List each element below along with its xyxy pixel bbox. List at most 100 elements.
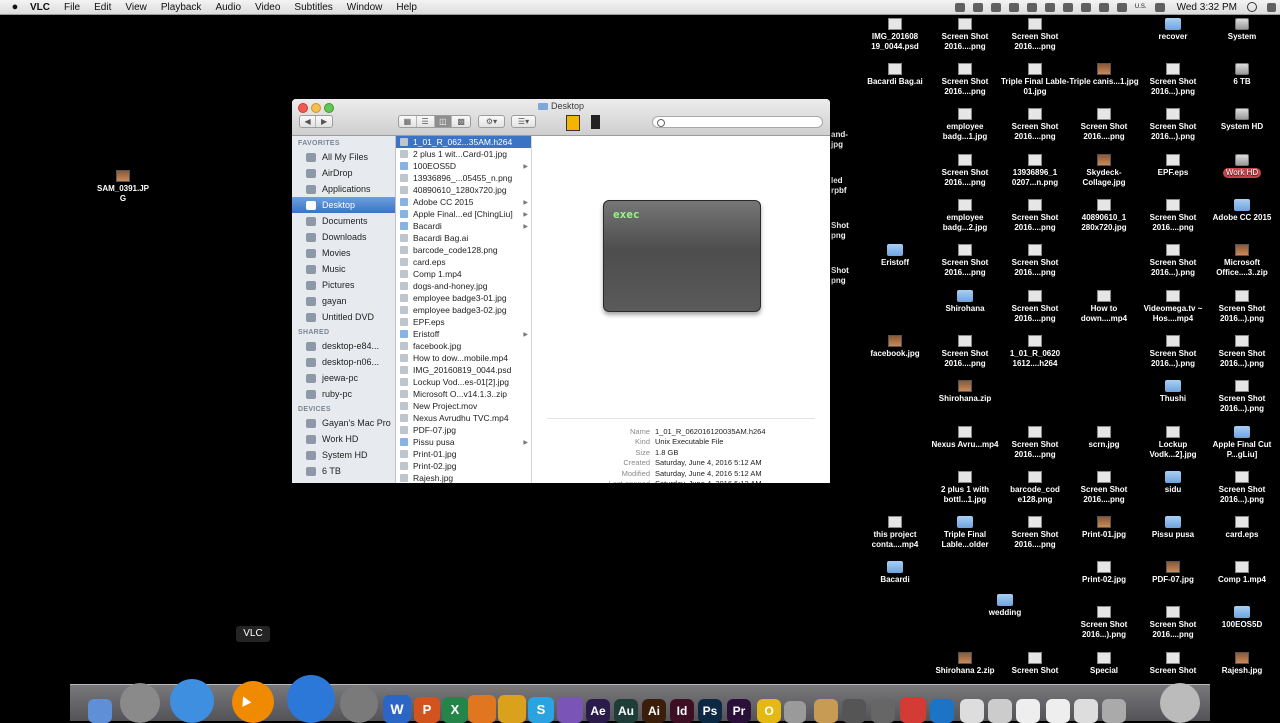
file-row[interactable]: Print-02.jpg [396, 460, 531, 472]
window-thumb3-icon[interactable] [1074, 699, 1098, 723]
archive-icon[interactable] [814, 699, 838, 723]
skype-status-icon[interactable] [990, 2, 1001, 12]
window-thumb2-icon[interactable] [1046, 699, 1070, 723]
sidebar-item[interactable]: Movies [292, 245, 395, 261]
file-row[interactable]: card.eps [396, 256, 531, 268]
sidebar-item[interactable]: gayan [292, 293, 395, 309]
desktop-icon[interactable]: Shirohana [930, 290, 1000, 314]
file-row[interactable]: dogs-and-honey.jpg [396, 280, 531, 292]
desktop-icon[interactable]: PDF-07.jpg [1138, 561, 1208, 585]
menu-app-name[interactable]: VLC [30, 2, 50, 13]
desktop-icon[interactable]: Screen Shot 2016....png [1138, 606, 1208, 640]
itunes-icon[interactable] [287, 675, 335, 723]
desktop-icon[interactable]: Pissu pusa [1138, 516, 1208, 540]
word-icon[interactable]: W [383, 695, 411, 723]
viber-icon[interactable] [557, 697, 583, 723]
desktop-icon[interactable]: Microsoft Office....3..zip [1207, 244, 1277, 278]
desktop-icon[interactable]: Screen Shot 2016...).png [1207, 290, 1277, 324]
sidebar-item[interactable]: Applications [292, 181, 395, 197]
desktop-icon[interactable]: System [1207, 18, 1277, 42]
desktop-icon[interactable]: 6 TB [1207, 63, 1277, 87]
desktop-icon[interactable]: Comp 1.mp4 [1207, 561, 1277, 585]
desktop-icon[interactable]: this project conta....mp4 [860, 516, 930, 550]
volume-icon[interactable] [1116, 2, 1127, 12]
forward-button[interactable]: ▶ [316, 116, 332, 127]
menu-file[interactable]: File [64, 2, 80, 13]
desktop-icon[interactable]: Print-02.jpg [1069, 561, 1139, 585]
desktop-icon[interactable]: Screen Shot 2016....png [1000, 18, 1070, 52]
desktop-icon[interactable]: Screen Shot 2016...).png [1138, 244, 1208, 278]
menu-view[interactable]: View [125, 2, 147, 13]
sidebar-item[interactable]: ruby-pc [292, 386, 395, 402]
sidebar-item[interactable]: Desktop [292, 197, 395, 213]
desktop-icon[interactable]: Screen Shot 2016....png [1000, 290, 1070, 324]
menu-clock[interactable]: Wed 3:32 PM [1177, 2, 1237, 13]
safari-icon[interactable] [170, 679, 214, 723]
sidebar-item[interactable]: All My Files [292, 149, 395, 165]
column-view-button[interactable]: ◫ [434, 116, 453, 127]
desktop-icon[interactable]: barcode_cod e128.png [1000, 471, 1070, 505]
audition-icon[interactable]: Au [614, 699, 638, 723]
chrome-icon[interactable] [498, 695, 526, 723]
wifi-icon[interactable] [1098, 2, 1109, 12]
desktop-icon[interactable]: Bacardi Bag.ai [860, 63, 930, 87]
desktop-icon[interactable]: Screen Shot 2016....png [930, 244, 1000, 278]
desktop-icon[interactable]: Screen Shot 2016....png [1138, 199, 1208, 233]
desktop-icon[interactable]: Screen Shot [1138, 652, 1208, 676]
desktop-icon[interactable]: Work HD [1207, 154, 1277, 178]
sidebar-item[interactable]: AirDrop [292, 165, 395, 181]
desktop-icon[interactable]: Screen Shot 2016....png [1069, 471, 1139, 505]
desktop-icon[interactable]: How to down....mp4 [1069, 290, 1139, 324]
desktop-icon[interactable]: 13936896_1 0207...n.png [1000, 154, 1070, 188]
file-row[interactable]: 13936896_...05455_n.png [396, 172, 531, 184]
list-view-button[interactable]: ☰ [417, 116, 435, 127]
file-row[interactable]: Comp 1.mp4 [396, 268, 531, 280]
back-button[interactable]: ◀ [300, 116, 317, 127]
menu-subtitles[interactable]: Subtitles [294, 2, 332, 13]
desktop-icon[interactable]: Eristoff [860, 244, 930, 268]
desktop-icon[interactable]: Apple Final Cut P...gLiu] [1207, 426, 1277, 460]
sidebar-item[interactable]: Pictures [292, 277, 395, 293]
desktop-icon[interactable]: Lockup Vodk...2].jpg [1138, 426, 1208, 460]
notification-center-icon[interactable] [1267, 2, 1276, 12]
sidebar-item[interactable]: Music [292, 261, 395, 277]
photoshop-icon[interactable]: Ps [698, 699, 722, 723]
file-row[interactable]: Nexus Avrudhu TVC.mp4 [396, 412, 531, 424]
desktop-icon[interactable]: card.eps [1207, 516, 1277, 540]
o-app-icon[interactable]: O [757, 699, 781, 723]
desktop-icon[interactable]: Shirohana 2.zip [930, 652, 1000, 676]
desktop-icon[interactable]: Screen Shot 2016...).png [1138, 335, 1208, 369]
document2-icon[interactable] [988, 699, 1012, 723]
file-row[interactable]: How to dow...mobile.mp4 [396, 352, 531, 364]
plus-app-icon[interactable] [900, 697, 926, 723]
desktop-icon[interactable]: Triple Final Lable...older [930, 516, 1000, 550]
system-preferences-icon[interactable] [340, 685, 378, 723]
desktop-icon[interactable]: Screen Shot 2016...).png [1138, 108, 1208, 142]
teamviewer-icon[interactable] [930, 699, 954, 723]
sidebar-item[interactable]: System HD [292, 447, 395, 463]
after-effects-icon[interactable]: Ae [586, 699, 610, 723]
desktop-icon[interactable]: Screen Shot 2016...).png [1138, 63, 1208, 97]
file-row[interactable]: PDF-07.jpg [396, 424, 531, 436]
desktop-icon[interactable]: IMG_201608 19_0044.psd [860, 18, 930, 52]
launchpad-icon[interactable] [120, 683, 160, 723]
desktop-icon[interactable]: scrn.jpg [1069, 426, 1139, 450]
desktop-icon[interactable]: wedding [970, 594, 1040, 618]
menu-audio[interactable]: Audio [215, 2, 241, 13]
desktop-icon[interactable]: Screen Shot 2016....png [1000, 244, 1070, 278]
menu-help[interactable]: Help [396, 2, 417, 13]
file-row[interactable]: employee badge3-02.jpg [396, 304, 531, 316]
action-menu-button[interactable]: ⚙▾ [478, 115, 505, 128]
arrange-menu-button[interactable]: ☰▾ [511, 115, 536, 128]
file-row[interactable]: EPF.eps [396, 316, 531, 328]
indesign-icon[interactable]: Id [670, 699, 694, 723]
document-icon[interactable] [960, 699, 984, 723]
desktop-icon[interactable]: System HD [1207, 108, 1277, 132]
status-icon-6[interactable] [1044, 2, 1055, 12]
bluetooth-icon[interactable] [1080, 2, 1091, 12]
sidebar-item[interactable]: jeewa-pc [292, 370, 395, 386]
desktop-icon[interactable]: Skydeck-Collage.jpg [1069, 154, 1139, 188]
desktop-icon[interactable]: facebook.jpg [860, 335, 930, 359]
menu-video[interactable]: Video [255, 2, 280, 13]
sidebar-item[interactable]: Untitled DVD [292, 309, 395, 325]
